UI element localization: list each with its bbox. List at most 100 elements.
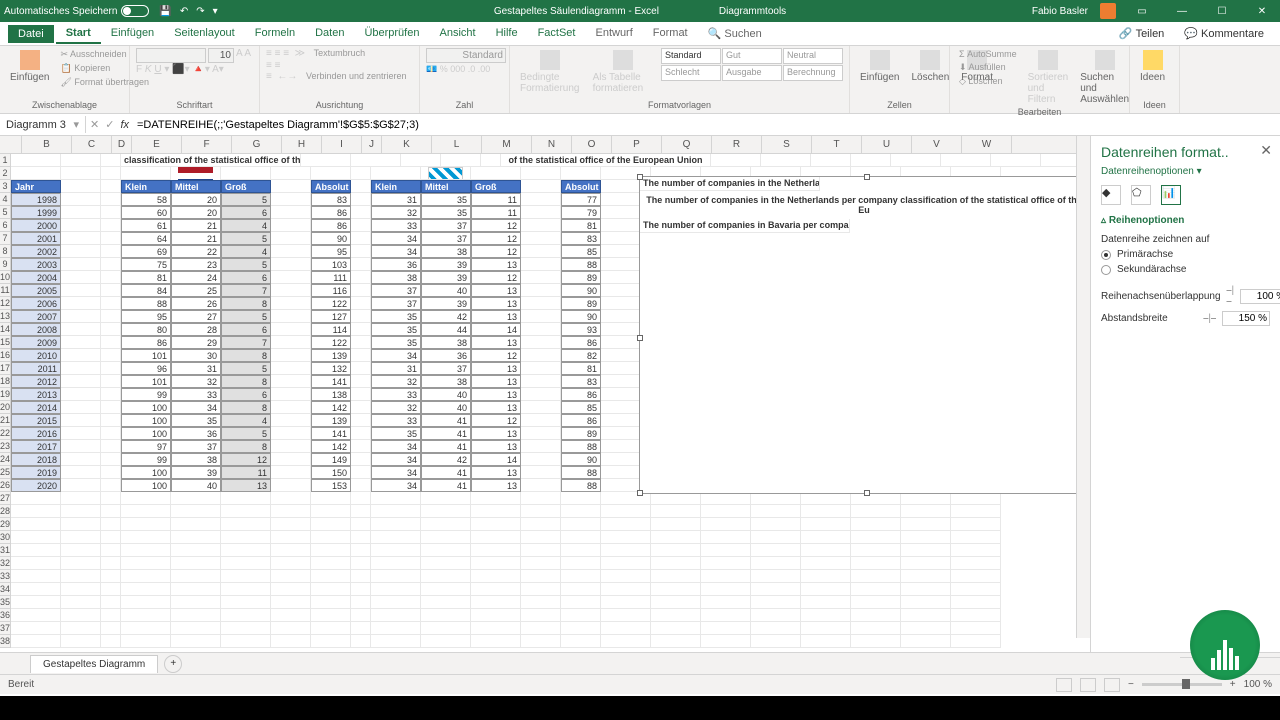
col-header[interactable]: D bbox=[112, 136, 132, 153]
cell[interactable]: 14 bbox=[471, 323, 521, 336]
col-header[interactable]: H bbox=[282, 136, 322, 153]
col-header[interactable]: G bbox=[232, 136, 282, 153]
cell[interactable] bbox=[421, 505, 471, 518]
page-layout-view-icon[interactable] bbox=[1080, 678, 1096, 692]
cell[interactable] bbox=[61, 570, 101, 583]
row-header[interactable]: 20 bbox=[0, 401, 11, 414]
cell[interactable] bbox=[271, 635, 311, 648]
cell[interactable] bbox=[311, 557, 351, 570]
row-header[interactable]: 17 bbox=[0, 362, 11, 375]
cell[interactable] bbox=[271, 453, 311, 466]
cell[interactable]: 21 bbox=[171, 232, 221, 245]
cell[interactable]: 2004 bbox=[11, 271, 61, 284]
row-header[interactable]: 36 bbox=[0, 609, 11, 622]
cell[interactable]: 86 bbox=[121, 336, 171, 349]
cell[interactable] bbox=[351, 583, 371, 596]
row-header[interactable]: 6 bbox=[0, 219, 11, 232]
cell[interactable] bbox=[61, 583, 101, 596]
cell[interactable] bbox=[651, 596, 701, 609]
cell[interactable] bbox=[951, 557, 1001, 570]
cell[interactable] bbox=[271, 310, 311, 323]
cell[interactable]: 141 bbox=[311, 375, 351, 388]
cell[interactable] bbox=[101, 284, 121, 297]
vertical-scrollbar[interactable] bbox=[1076, 136, 1090, 638]
cell[interactable] bbox=[61, 232, 101, 245]
cell[interactable] bbox=[351, 401, 371, 414]
cell[interactable] bbox=[171, 583, 221, 596]
cell[interactable]: 2020 bbox=[11, 479, 61, 492]
cell[interactable] bbox=[521, 596, 561, 609]
cell[interactable] bbox=[901, 622, 951, 635]
row-header[interactable]: 28 bbox=[0, 505, 11, 518]
cell[interactable] bbox=[101, 336, 121, 349]
row-header[interactable]: 34 bbox=[0, 583, 11, 596]
col-header[interactable]: W bbox=[962, 136, 1012, 153]
cell[interactable] bbox=[801, 635, 851, 648]
cell[interactable] bbox=[521, 414, 561, 427]
tab-ansicht[interactable]: Ansicht bbox=[429, 24, 485, 44]
cell[interactable]: 4 bbox=[221, 219, 271, 232]
cell[interactable] bbox=[351, 570, 371, 583]
cell[interactable] bbox=[221, 596, 271, 609]
cell[interactable]: 2010 bbox=[11, 349, 61, 362]
cell[interactable]: 37 bbox=[371, 284, 421, 297]
share-button[interactable]: 🔗 Teilen bbox=[1111, 24, 1172, 43]
cell[interactable] bbox=[101, 271, 121, 284]
cell[interactable]: 101 bbox=[121, 375, 171, 388]
cell[interactable] bbox=[521, 622, 561, 635]
cell[interactable] bbox=[61, 297, 101, 310]
col-header[interactable]: K bbox=[382, 136, 432, 153]
cell[interactable] bbox=[521, 323, 561, 336]
cell[interactable]: 83 bbox=[561, 375, 601, 388]
row-header[interactable]: 12 bbox=[0, 297, 11, 310]
cell[interactable]: 132 bbox=[311, 362, 351, 375]
cell[interactable] bbox=[101, 375, 121, 388]
cell[interactable]: 2003 bbox=[11, 258, 61, 271]
cell[interactable]: 27 bbox=[171, 310, 221, 323]
cell[interactable] bbox=[301, 154, 351, 167]
cell[interactable] bbox=[271, 466, 311, 479]
cell[interactable] bbox=[421, 596, 471, 609]
cell[interactable]: 2012 bbox=[11, 375, 61, 388]
cell[interactable]: 24 bbox=[171, 271, 221, 284]
cell[interactable]: 35 bbox=[421, 206, 471, 219]
page-break-view-icon[interactable] bbox=[1104, 678, 1120, 692]
cell[interactable] bbox=[121, 518, 171, 531]
cell[interactable] bbox=[521, 557, 561, 570]
sort-filter-button[interactable]: Sortieren und Filtern bbox=[1024, 48, 1073, 107]
col-header[interactable]: J bbox=[362, 136, 382, 153]
cell[interactable]: 2006 bbox=[11, 297, 61, 310]
cell[interactable] bbox=[221, 570, 271, 583]
cell[interactable] bbox=[651, 622, 701, 635]
cell[interactable]: 38 bbox=[171, 453, 221, 466]
cell[interactable] bbox=[311, 622, 351, 635]
cell[interactable]: 41 bbox=[421, 479, 471, 492]
cell[interactable]: 1998 bbox=[11, 193, 61, 206]
cell[interactable]: 38 bbox=[421, 336, 471, 349]
cell[interactable] bbox=[101, 544, 121, 557]
cell[interactable] bbox=[351, 193, 371, 206]
cell[interactable] bbox=[171, 596, 221, 609]
cell[interactable]: 89 bbox=[561, 271, 601, 284]
cell[interactable]: 141 bbox=[311, 427, 351, 440]
row-header[interactable]: 21 bbox=[0, 414, 11, 427]
cell[interactable] bbox=[101, 518, 121, 531]
cell[interactable]: 33 bbox=[371, 414, 421, 427]
cell[interactable] bbox=[951, 622, 1001, 635]
cell[interactable]: 34 bbox=[371, 466, 421, 479]
cell[interactable] bbox=[471, 622, 521, 635]
cell[interactable] bbox=[851, 505, 901, 518]
cell[interactable] bbox=[101, 492, 121, 505]
cell[interactable] bbox=[61, 518, 101, 531]
cell[interactable]: 12 bbox=[471, 219, 521, 232]
cell[interactable] bbox=[751, 544, 801, 557]
cell[interactable] bbox=[521, 531, 561, 544]
cell[interactable] bbox=[61, 206, 101, 219]
cell[interactable] bbox=[651, 583, 701, 596]
cell[interactable]: 103 bbox=[311, 258, 351, 271]
tab-entwurf[interactable]: Entwurf bbox=[585, 24, 642, 44]
cell[interactable]: 101 bbox=[121, 349, 171, 362]
cell[interactable] bbox=[421, 570, 471, 583]
cell[interactable]: 12 bbox=[471, 232, 521, 245]
cell[interactable]: 2002 bbox=[11, 245, 61, 258]
